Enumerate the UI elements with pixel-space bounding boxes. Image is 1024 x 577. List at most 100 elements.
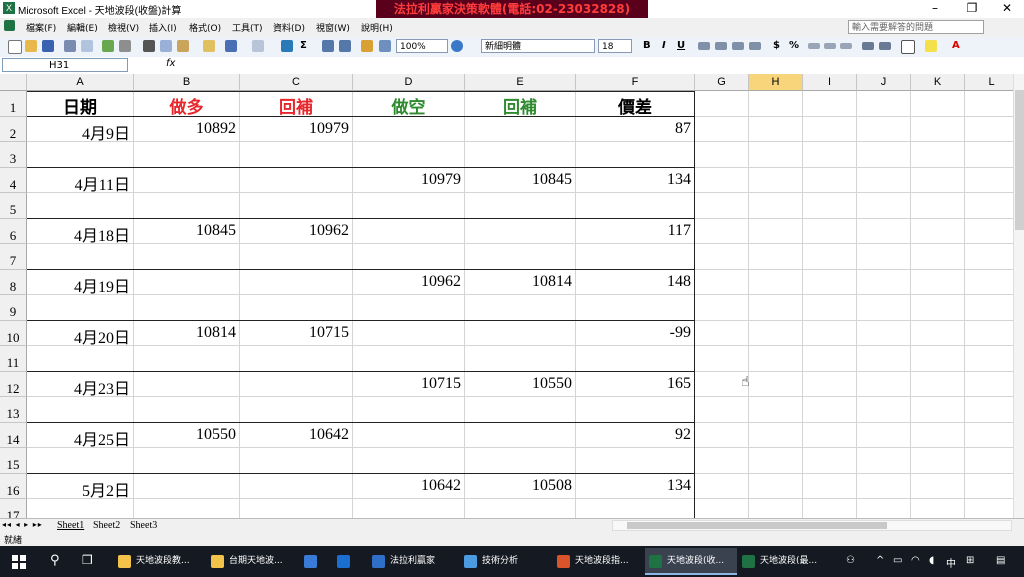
horizontal-scroll-thumb[interactable] <box>627 522 887 529</box>
cell-a10[interactable]: 4月20日 <box>27 324 130 348</box>
wifi-icon[interactable]: ◠ <box>911 555 920 566</box>
column-header-c[interactable]: C <box>240 74 353 91</box>
column-header-l[interactable]: L <box>965 74 1013 91</box>
cell-f10[interactable]: -99 <box>576 324 691 342</box>
cell-e12[interactable]: 10550 <box>465 375 572 393</box>
menu-insert[interactable]: 插入(I) <box>149 21 177 34</box>
cell-f12[interactable]: 165 <box>576 375 691 393</box>
cell-c10[interactable]: 10715 <box>240 324 349 342</box>
header-cell-b[interactable]: 做多 <box>134 93 239 118</box>
menu-file[interactable]: 檔案(F) <box>26 21 56 34</box>
volume-icon[interactable]: ◖ <box>929 555 934 566</box>
copy-icon[interactable] <box>160 40 172 52</box>
cell-a8[interactable]: 4月19日 <box>27 273 130 297</box>
undo-icon[interactable] <box>225 40 237 52</box>
name-box[interactable]: H31 <box>2 58 128 72</box>
row-header[interactable]: 8 <box>0 270 27 295</box>
paste-icon[interactable] <box>177 40 189 52</box>
row-header[interactable]: 13 <box>0 397 27 423</box>
cell-d8[interactable]: 10962 <box>353 273 461 291</box>
minimize-button[interactable]: – <box>918 0 952 18</box>
increase-indent-icon[interactable] <box>879 42 891 50</box>
autosum-icon[interactable]: Σ <box>300 40 307 51</box>
taskbar-app-9[interactable]: 天地波段(最... <box>738 548 830 575</box>
ime-indicator[interactable]: 中 <box>946 555 956 570</box>
cell-e8[interactable]: 10814 <box>465 273 572 291</box>
menu-format[interactable]: 格式(O) <box>189 21 221 34</box>
spelling-icon[interactable] <box>102 40 114 52</box>
taskbar-app-6[interactable]: 技術分析 <box>460 548 550 575</box>
task-view-icon[interactable]: ❒ <box>82 553 93 567</box>
column-header-b[interactable]: B <box>134 74 240 91</box>
currency-button[interactable]: $ <box>773 40 780 51</box>
menu-view[interactable]: 檢視(V) <box>108 21 139 34</box>
notification-icon[interactable]: ▤ <box>996 555 1005 566</box>
people-icon[interactable]: ⚇ <box>846 555 855 566</box>
cell-a14[interactable]: 4月25日 <box>27 426 130 450</box>
column-header-f[interactable]: F <box>576 74 695 91</box>
taskbar-app-2[interactable]: 台期天地波... <box>207 548 299 575</box>
column-header-j[interactable]: J <box>857 74 911 91</box>
cut-icon[interactable] <box>143 40 155 52</box>
cell-f16[interactable]: 134 <box>576 477 691 495</box>
cell-b6[interactable]: 10845 <box>134 222 236 240</box>
cell-e16[interactable]: 10508 <box>465 477 572 495</box>
row-header[interactable]: 2 <box>0 117 27 142</box>
restore-button[interactable]: ❐ <box>955 0 989 18</box>
cell-f4[interactable]: 134 <box>576 171 691 189</box>
underline-button[interactable]: U <box>677 40 685 51</box>
tab-sheet3[interactable]: Sheet3 <box>130 519 157 532</box>
cell-f14[interactable]: 92 <box>576 426 691 444</box>
cell-d16[interactable]: 10642 <box>353 477 461 495</box>
row-header[interactable]: 6 <box>0 219 27 244</box>
font-size-select[interactable]: 18 <box>598 39 632 53</box>
hyperlink-icon[interactable] <box>281 40 293 52</box>
header-cell-c[interactable]: 回補 <box>240 93 352 118</box>
drawing-icon[interactable] <box>379 40 391 52</box>
select-all-corner[interactable] <box>0 74 27 91</box>
taskbar-app-1[interactable]: 天地波段教... <box>114 548 206 575</box>
column-header-e[interactable]: E <box>465 74 576 91</box>
help-icon[interactable] <box>451 40 463 52</box>
merge-center-icon[interactable] <box>749 42 761 50</box>
tab-sheet2[interactable]: Sheet2 <box>93 519 120 532</box>
cell-a4[interactable]: 4月11日 <box>27 171 130 195</box>
header-cell-f[interactable]: 價差 <box>576 93 694 118</box>
cell-b10[interactable]: 10814 <box>134 324 236 342</box>
ime-mode-icon[interactable]: ⊞ <box>966 555 974 566</box>
taskbar-app-5[interactable]: 法拉利贏家 <box>368 548 458 575</box>
horizontal-scrollbar[interactable] <box>612 520 1012 531</box>
taskbar-app-7[interactable]: 天地波段指... <box>553 548 643 575</box>
row-header[interactable]: 1 <box>0 91 27 117</box>
comma-style-icon[interactable] <box>808 43 820 49</box>
row-header[interactable]: 10 <box>0 321 27 346</box>
cell-f2[interactable]: 87 <box>576 120 691 138</box>
taskbar-app-8[interactable]: 天地波段(收... <box>645 548 737 575</box>
cell-a12[interactable]: 4月23日 <box>27 375 130 399</box>
tab-scroll-arrows[interactable]: ◂◂ ◂ ▸ ▸▸ <box>2 520 43 529</box>
function-icon[interactable]: fx <box>166 58 175 69</box>
align-center-icon[interactable] <box>715 42 727 50</box>
cell-c6[interactable]: 10962 <box>240 222 349 240</box>
vertical-scrollbar[interactable] <box>1013 74 1024 518</box>
workbook-icon[interactable] <box>4 20 15 31</box>
row-header[interactable]: 14 <box>0 423 27 448</box>
new-icon[interactable] <box>8 40 22 54</box>
close-button[interactable]: ✕ <box>990 0 1024 18</box>
header-cell-d[interactable]: 做空 <box>353 93 464 118</box>
cell-d12[interactable]: 10715 <box>353 375 461 393</box>
cell-b2[interactable]: 10892 <box>134 120 236 138</box>
menu-edit[interactable]: 編輯(E) <box>67 21 98 34</box>
align-right-icon[interactable] <box>732 42 744 50</box>
borders-icon[interactable] <box>901 40 915 54</box>
cell-f6[interactable]: 117 <box>576 222 691 240</box>
decrease-decimal-icon[interactable] <box>840 43 852 49</box>
row-header[interactable]: 5 <box>0 193 27 219</box>
row-header[interactable]: 15 <box>0 448 27 474</box>
fill-color-icon[interactable] <box>925 40 937 52</box>
taskbar-app-4[interactable] <box>333 548 365 575</box>
font-name-select[interactable]: 新細明體 <box>481 39 595 53</box>
worksheet-grid[interactable]: A B C D E F G H I J K L 1 2 3 4 5 6 7 8 9 10 11 12 13 14 15 16 17 日期做… <box>0 74 1013 518</box>
row-header[interactable]: 9 <box>0 295 27 321</box>
column-header-d[interactable]: D <box>353 74 465 91</box>
